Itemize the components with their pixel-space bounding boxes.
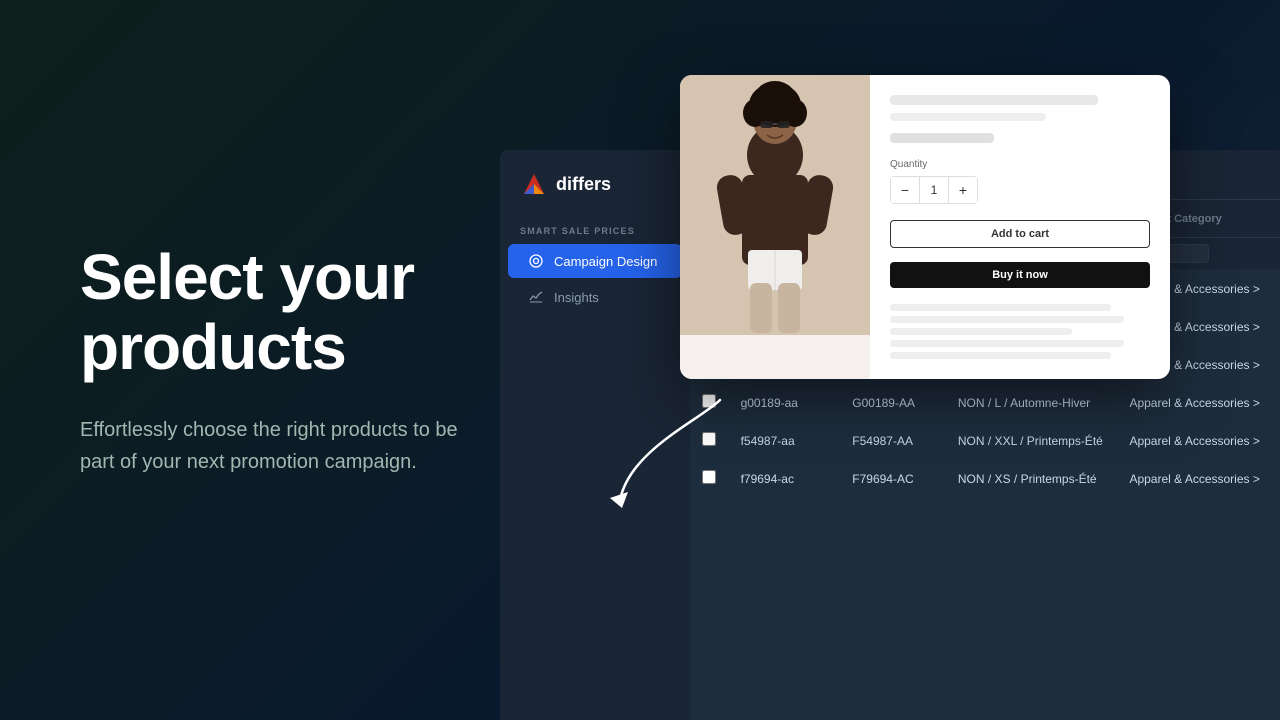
sidebar-logo: differs <box>500 170 690 218</box>
quantity-value: 1 <box>919 177 949 203</box>
sidebar-item-campaign-label: Campaign Design <box>554 254 657 269</box>
row-checkbox[interactable] <box>702 432 716 446</box>
hero-subtitle: Effortlessly choose the right products t… <box>80 414 480 478</box>
product-details-section: Quantity − 1 + Add to cart Buy it now <box>870 75 1170 379</box>
desc-line-1 <box>890 304 1111 311</box>
table-row: f79694-ac F79694-AC NON / XS / Printemps… <box>690 460 1280 498</box>
cell-handle: f54987-aa <box>729 422 841 460</box>
product-model-svg <box>680 75 870 335</box>
desc-line-3 <box>890 328 1072 335</box>
sidebar-item-insights[interactable]: Insights <box>508 280 682 314</box>
cell-title: G00189-AA <box>840 384 946 422</box>
product-price-placeholder <box>890 133 994 143</box>
cell-category: Apparel & Accessories > <box>1117 422 1280 460</box>
row-checkbox-cell <box>690 422 729 460</box>
sidebar-item-insights-label: Insights <box>554 290 599 305</box>
desc-line-5 <box>890 352 1111 359</box>
hero-section: Select your products Effortlessly choose… <box>0 0 560 720</box>
cell-title: F54987-AA <box>840 422 946 460</box>
desc-line-4 <box>890 340 1124 347</box>
cell-handle: f79694-ac <box>729 460 841 498</box>
product-preview-card: Quantity − 1 + Add to cart Buy it now <box>680 75 1170 379</box>
desc-line-2 <box>890 316 1124 323</box>
cell-variant: NON / L / Automne-Hiver <box>946 384 1118 422</box>
table-row: f54987-aa F54987-AA NON / XXL / Printemp… <box>690 422 1280 460</box>
add-to-cart-button[interactable]: Add to cart <box>890 220 1150 248</box>
quantity-control: − 1 + <box>890 176 978 204</box>
logo-icon <box>520 170 548 198</box>
quantity-section: Quantity − 1 + <box>890 159 1150 204</box>
row-checkbox[interactable] <box>702 394 716 408</box>
buy-now-button[interactable]: Buy it now <box>890 262 1150 288</box>
product-title-placeholder <box>890 95 1098 105</box>
description-placeholders <box>890 304 1150 359</box>
product-subtitle-placeholder <box>890 113 1046 121</box>
sidebar: differs SMART SALE PRICES Campaign Desig… <box>500 150 690 720</box>
row-checkbox[interactable] <box>702 470 716 484</box>
plus-icon: + <box>959 182 967 198</box>
product-image-section <box>680 75 870 379</box>
row-checkbox-cell <box>690 384 729 422</box>
quantity-plus-button[interactable]: + <box>949 177 977 203</box>
table-row: g00189-aa G00189-AA NON / L / Automne-Hi… <box>690 384 1280 422</box>
cell-category: Apparel & Accessories > <box>1117 384 1280 422</box>
quantity-label: Quantity <box>890 159 1150 170</box>
cell-category: Apparel & Accessories > <box>1117 460 1280 498</box>
cell-variant: NON / XS / Printemps-Été <box>946 460 1118 498</box>
campaign-icon <box>528 253 544 269</box>
cell-title: F79694-AC <box>840 460 946 498</box>
quantity-minus-button[interactable]: − <box>891 177 919 203</box>
sidebar-item-campaign-design[interactable]: Campaign Design <box>508 244 682 278</box>
cell-handle: g00189-aa <box>729 384 841 422</box>
row-checkbox-cell <box>690 460 729 498</box>
app-section: differs SMART SALE PRICES Campaign Desig… <box>500 0 1280 720</box>
insights-icon <box>528 289 544 305</box>
logo-text: differs <box>556 174 611 195</box>
minus-icon: − <box>901 182 909 198</box>
cell-variant: NON / XXL / Printemps-Été <box>946 422 1118 460</box>
hero-title: Select your products <box>80 242 500 383</box>
sidebar-section-label: SMART SALE PRICES <box>500 218 690 242</box>
